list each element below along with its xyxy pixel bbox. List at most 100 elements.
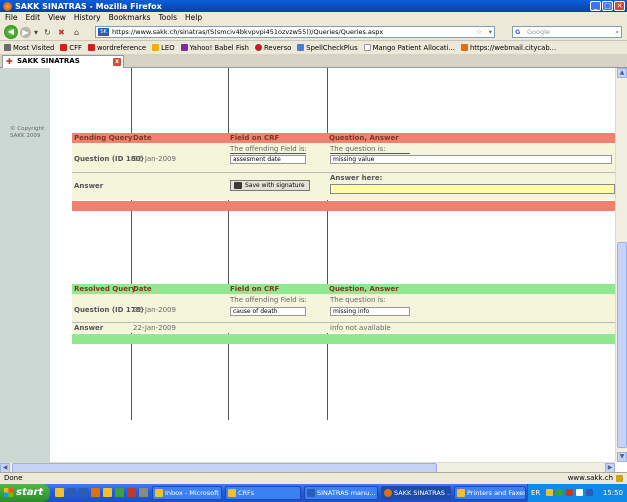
bookmark-icon (4, 44, 11, 51)
bookmark-spellcheckplus[interactable]: SpellCheckPlus (297, 44, 358, 52)
resolved-header-row: Resolved Query Date Field on CRF Questio… (72, 284, 615, 294)
search-placeholder: Google (527, 28, 550, 36)
quicklaunch-word-icon[interactable] (79, 488, 88, 497)
windows-flag-icon (4, 488, 13, 497)
tray-icon[interactable] (576, 489, 583, 496)
tab-title: SAKK SINATRAS (17, 57, 80, 65)
site-identity-icon[interactable]: SK (98, 28, 109, 36)
start-button[interactable]: start (0, 484, 50, 502)
field-on-crf-heading: Field on CRF (230, 285, 280, 293)
system-tray: ER 15:50 (527, 484, 627, 502)
reload-icon[interactable]: ↻ (44, 28, 51, 37)
offending-field-caption: The offending Field is: (230, 145, 307, 153)
task-crfs[interactable]: CRFs (225, 486, 301, 500)
copyright-text: © Copyright SAKK 2009 (10, 126, 45, 139)
answer-label: Answer (74, 324, 104, 332)
signature-icon (234, 182, 242, 189)
vertical-scroll-thumb[interactable] (617, 242, 627, 448)
pending-header-row: Pending Query Date Field on CRF Question… (72, 133, 615, 143)
tray-icon[interactable] (556, 489, 563, 496)
column-divider (327, 68, 328, 420)
bookmark-mango[interactable]: Mango Patient Allocati... (363, 44, 455, 52)
menu-file[interactable]: File (5, 13, 18, 22)
save-with-signature-button[interactable]: Save with signature (230, 180, 310, 191)
menu-bar: File Edit View History Bookmarks Tools H… (0, 12, 627, 23)
menu-history[interactable]: History (74, 13, 101, 22)
bookmark-icon (87, 44, 95, 51)
scroll-up-arrow[interactable]: ▲ (617, 68, 627, 78)
outlook-icon (155, 489, 163, 497)
question-caption: The question is: (330, 296, 386, 304)
stop-icon[interactable]: ✖ (58, 28, 65, 37)
back-button[interactable]: ◀ (4, 25, 18, 39)
quicklaunch-excel-icon[interactable] (115, 488, 124, 497)
answer-input[interactable] (330, 184, 615, 194)
lock-icon[interactable] (616, 475, 623, 482)
bookmark-wordreference[interactable]: wordreference (87, 44, 146, 52)
task-sinatras-manual[interactable]: SINATRAS manu... (304, 486, 378, 500)
menu-help[interactable]: Help (185, 13, 202, 22)
url-bar[interactable]: SK https://www.sakk.ch/sinatras/(S(smciv… (95, 26, 495, 38)
printer-icon (457, 489, 465, 497)
question-underline (330, 153, 410, 154)
bookmark-most-visited[interactable]: Most Visited (4, 44, 54, 52)
tray-icon[interactable] (546, 489, 553, 496)
field-underline (230, 153, 306, 154)
word-icon (307, 489, 315, 497)
bookmark-babelfish[interactable]: Yahoo! Babel Fish (180, 44, 249, 52)
quicklaunch-mail-icon[interactable] (103, 488, 112, 497)
menu-bookmarks[interactable]: Bookmarks (109, 13, 151, 22)
maximize-button[interactable]: □ (602, 1, 613, 11)
save-button-label: Save with signature (245, 182, 305, 189)
tab-sakk-sinatras[interactable]: ✚ SAKK SINATRAS x (2, 55, 124, 68)
vertical-scrollbar[interactable]: ▲ ▼ (615, 68, 627, 462)
resolved-footer-bar (72, 334, 615, 344)
task-printers-faxes[interactable]: Printers and Faxes (454, 486, 526, 500)
forward-button[interactable]: ▶ (20, 27, 31, 38)
task-inbox[interactable]: Inbox - Microsoft ... (152, 486, 222, 500)
close-tab-button[interactable]: x (113, 58, 121, 66)
folder-icon (228, 489, 236, 497)
task-sakk-sinatras[interactable]: SAKK SINATRAS ... (381, 486, 451, 500)
date-heading: Date (133, 134, 152, 142)
bookmark-webmail[interactable]: https://webmail.citycab... (460, 44, 556, 52)
page-content: © Copyright SAKK 2009 Pending Query Date… (0, 68, 615, 462)
bookmark-cff[interactable]: CFF (60, 44, 82, 52)
home-icon[interactable]: ⌂ (74, 28, 79, 37)
quicklaunch-firefox-icon[interactable] (91, 488, 100, 497)
history-dropdown-icon[interactable]: ▾ (34, 28, 38, 37)
language-indicator[interactable]: ER (531, 484, 540, 502)
bookmark-icon (297, 44, 305, 51)
start-label: start (16, 487, 44, 498)
menu-view[interactable]: View (48, 13, 66, 22)
question-answer-heading: Question, Answer (329, 134, 399, 142)
resolved-question-row: Question (ID 178) 22-Jan-2009 The offend… (72, 294, 615, 323)
url-dropdown-icon[interactable]: ▾ (489, 27, 492, 37)
bookmark-icon (60, 44, 68, 51)
scroll-down-arrow[interactable]: ▼ (617, 452, 627, 462)
window-title: SAKK SINATRAS - Mozilla Firefox (15, 1, 162, 11)
tray-icon[interactable] (566, 489, 573, 496)
question-value: missing value (330, 155, 612, 164)
quicklaunch-app-icon[interactable] (127, 488, 136, 497)
bookmarks-toolbar: Most Visited CFF wordreference LEO Yahoo… (0, 41, 627, 54)
bookmark-leo[interactable]: LEO (152, 44, 175, 52)
quicklaunch-folder-icon[interactable] (55, 488, 64, 497)
pending-question-row: Question (ID 180) 22-Jan-2009 The offend… (72, 143, 615, 173)
close-window-button[interactable]: ✕ (614, 1, 625, 11)
search-icon[interactable]: ⌕ (615, 27, 619, 37)
quicklaunch-ie-icon[interactable] (67, 488, 76, 497)
tray-icon[interactable] (586, 489, 593, 496)
bookmark-reverso[interactable]: Reverso (254, 44, 291, 52)
field-on-crf-heading: Field on CRF (230, 134, 280, 142)
quicklaunch-more-icon[interactable] (139, 488, 148, 497)
minimize-button[interactable]: _ (590, 1, 601, 11)
menu-tools[interactable]: Tools (159, 13, 177, 22)
bookmark-star-icon[interactable]: ☆ (476, 27, 482, 37)
search-input[interactable]: G Google ⌕ (512, 26, 622, 38)
horizontal-scrollbar[interactable]: ◀ ▶ (0, 462, 615, 473)
menu-edit[interactable]: Edit (26, 13, 41, 22)
resolved-answer-row: Answer 22-Jan-2009 info not available (72, 323, 615, 333)
question-answer-heading: Question, Answer (329, 285, 399, 293)
pending-query-heading: Pending Query (74, 134, 133, 142)
